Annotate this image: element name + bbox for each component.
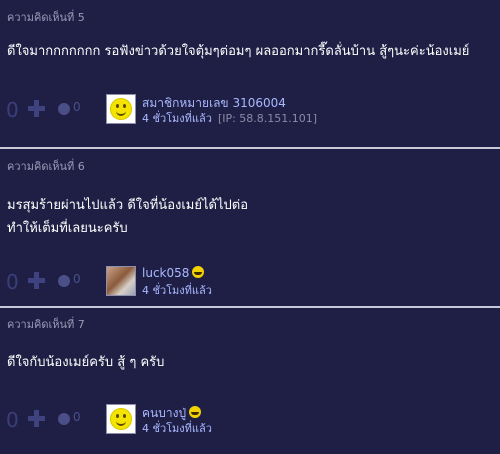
comment-line: ดีใจกับน้องเมย์ครับ สู้ ๆ ครับ	[7, 355, 165, 370]
emotion-count: 0	[73, 100, 81, 114]
plus-icon[interactable]	[28, 410, 45, 427]
comment-meta: 4 ชั่วโมงที่แล้ว	[142, 281, 212, 299]
author-name[interactable]: luck058	[142, 266, 205, 280]
comment-number: ความคิดเห็นที่ 5	[7, 11, 85, 24]
avatar[interactable]	[106, 404, 136, 434]
comment-line: มรสุมร้ายผ่านไปแล้ว ดีใจที่น้องเมย์ได้ไป…	[7, 198, 248, 213]
user-photo	[107, 267, 135, 295]
emotion-icon[interactable]	[58, 413, 70, 425]
plus-icon[interactable]	[28, 272, 45, 289]
ip-address: [IP: 58.8.151.101]	[217, 112, 318, 125]
comment-7: ความคิดเห็นที่ 7 ดีใจกับน้องเมย์ครับ สู้…	[0, 307, 500, 452]
comment-line: ดีใจมากกกกกกก รอฟังข่าวด้วยใจตุ้มๆต่อมๆ …	[7, 44, 470, 59]
smiley-avatar-icon	[110, 98, 132, 120]
timestamp: 4 ชั่วโมงที่แล้ว	[142, 112, 212, 125]
timestamp: 4 ชั่วโมงที่แล้ว	[142, 284, 212, 297]
comment-line: ทำให้เต็มที่เลยนะครับ	[7, 221, 128, 236]
comment-footer: 0 0 luck058 4 ชั่วโมงที่แล้ว	[0, 266, 500, 302]
timestamp: 4 ชั่วโมงที่แล้ว	[142, 422, 212, 435]
comment-meta: 4 ชั่วโมงที่แล้ว [IP: 58.8.151.101]	[142, 109, 317, 127]
comment-5: ความคิดเห็นที่ 5 ดีใจมากกกกกกก รอฟังข่าว…	[0, 0, 500, 148]
vote-count: 0	[6, 408, 19, 432]
vote-count: 0	[6, 98, 19, 122]
comment-text: มรสุมร้ายผ่านไปแล้ว ดีใจที่น้องเมย์ได้ไป…	[7, 194, 248, 240]
avatar[interactable]	[106, 266, 136, 296]
avatar[interactable]	[106, 94, 136, 124]
author-label: luck058	[142, 266, 190, 280]
comment-footer: 0 0 คนบางปู่ 4 ชั่วโมงที่แล้ว	[0, 404, 500, 440]
emotion-count: 0	[73, 272, 81, 286]
emotion-icon[interactable]	[58, 103, 70, 115]
laugh-emoji-icon	[192, 266, 205, 278]
emotion-count: 0	[73, 410, 81, 424]
smiley-avatar-icon	[110, 408, 132, 430]
comment-footer: 0 0 สมาชิกหมายเลข 3106004 4 ชั่วโมงที่แล…	[0, 94, 500, 130]
comment-meta: 4 ชั่วโมงที่แล้ว	[142, 419, 212, 437]
plus-icon[interactable]	[28, 100, 45, 117]
vote-count: 0	[6, 270, 19, 294]
comment-6: ความคิดเห็นที่ 6 มรสุมร้ายผ่านไปแล้ว ดีใ…	[0, 148, 500, 307]
author-label: คนบางปู่	[142, 406, 187, 420]
comment-number: ความคิดเห็นที่ 6	[7, 160, 85, 173]
comment-number: ความคิดเห็นที่ 7	[7, 318, 85, 331]
comment-text: ดีใจกับน้องเมย์ครับ สู้ ๆ ครับ	[7, 351, 164, 374]
laugh-emoji-icon	[189, 406, 202, 418]
comment-text: ดีใจมากกกกกกก รอฟังข่าวด้วยใจตุ้มๆต่อมๆ …	[7, 40, 469, 63]
emotion-icon[interactable]	[58, 275, 70, 287]
